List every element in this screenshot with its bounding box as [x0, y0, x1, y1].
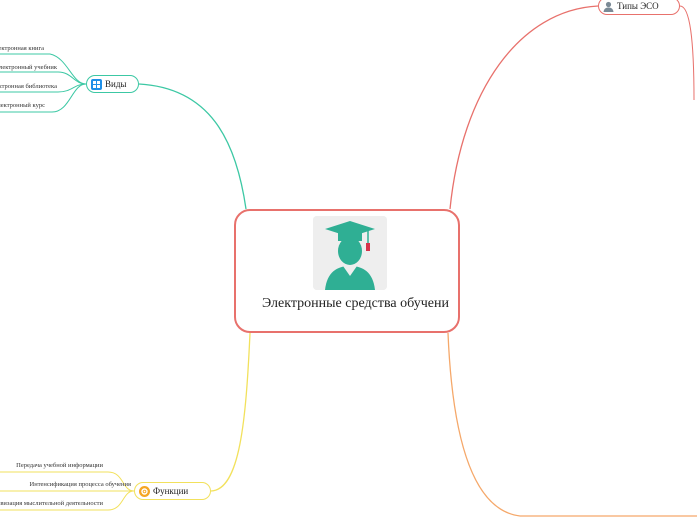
graduate-image — [313, 216, 387, 290]
connector-tipy — [449, 5, 599, 210]
connector-vidy — [138, 83, 247, 210]
funkcii-item-1[interactable]: Передача учебной информации — [16, 462, 103, 470]
funkcii-item-3[interactable]: Активизация мыслительной деятельности — [0, 500, 103, 508]
grid-icon — [91, 78, 102, 90]
gear-icon — [139, 485, 150, 497]
graduate-icon — [313, 216, 387, 290]
connector-bottom-right — [447, 332, 697, 517]
topic-vidy-label: Виды — [105, 79, 127, 89]
user-icon — [603, 1, 614, 12]
vidy-item-2[interactable]: Электронный учебник — [0, 64, 57, 72]
connector-funkcii — [210, 332, 251, 492]
vidy-item-3[interactable]: Электронная библиотека — [0, 83, 57, 91]
central-topic[interactable]: Электронные средства обучени — [234, 209, 460, 333]
topic-tipy[interactable]: Типы ЭСО — [598, 0, 680, 15]
vidy-item-4[interactable]: Электронный курс — [0, 102, 45, 110]
topic-funkcii-label: Функции — [153, 486, 189, 496]
central-title: Электронные средства обучени — [262, 296, 449, 311]
funkcii-item-2[interactable]: Интенсификация процесса обучения — [30, 481, 131, 489]
vidy-item-1[interactable]: Электронная книга — [0, 45, 44, 53]
topic-tipy-label: Типы ЭСО — [617, 1, 659, 11]
connector-tipy-children — [679, 5, 695, 101]
topic-vidy[interactable]: Виды — [86, 75, 139, 93]
topic-funkcii[interactable]: Функции — [134, 482, 211, 500]
